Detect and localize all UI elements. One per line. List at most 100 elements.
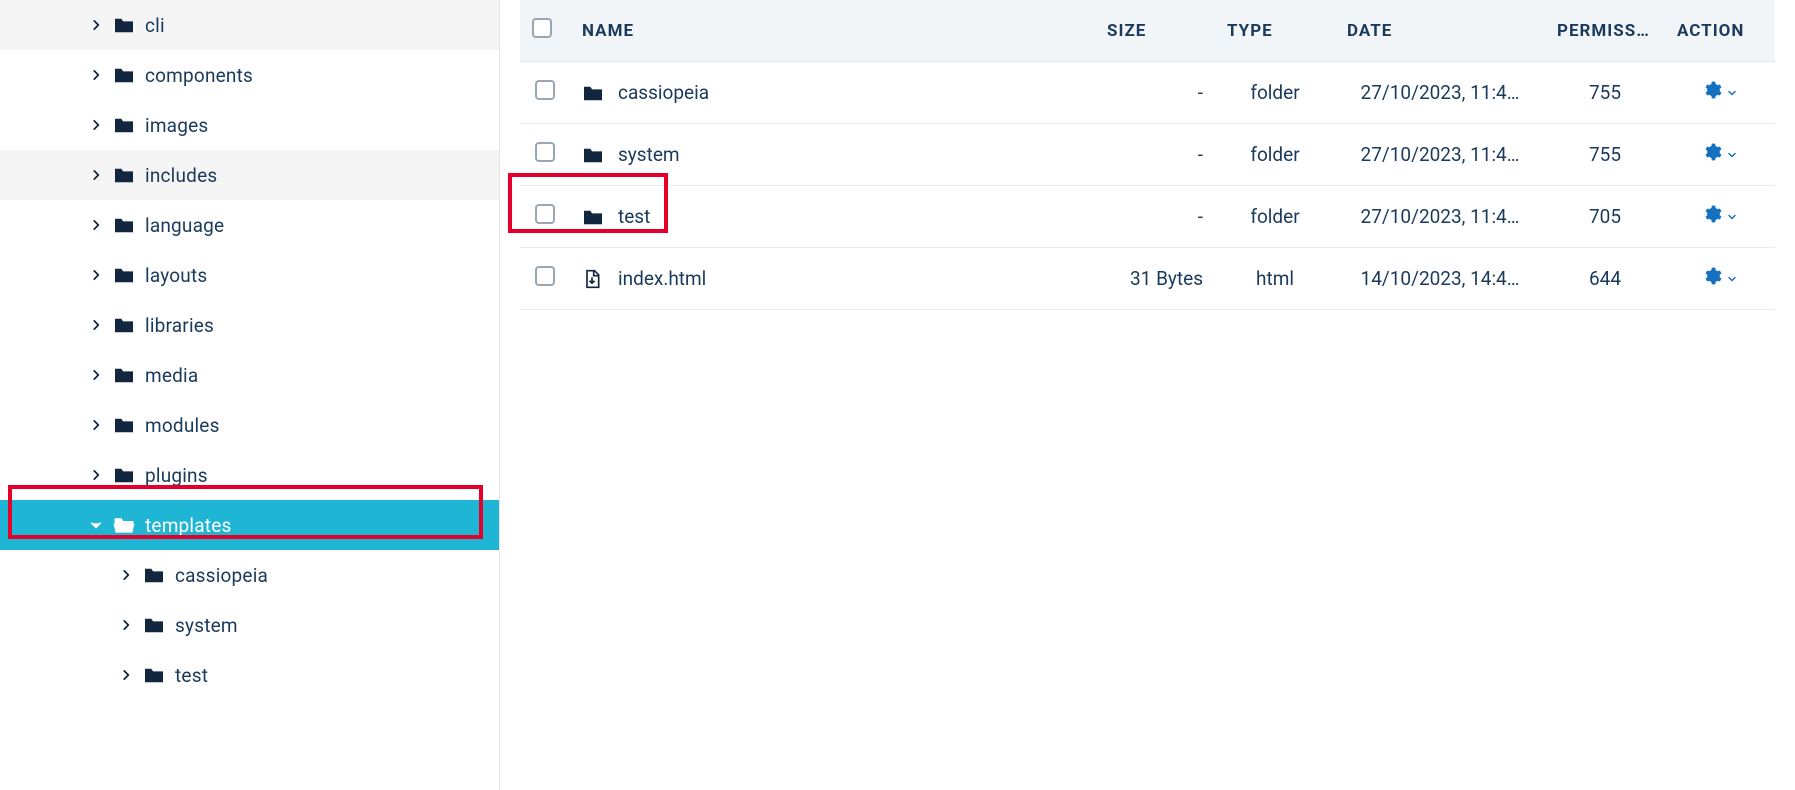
table-row[interactable]: index.html31 Byteshtml14/10/2023, 14:4…6… (520, 248, 1775, 310)
tree-item-label: modules (145, 414, 220, 437)
tree-item-label: plugins (145, 464, 208, 487)
tree-item-libraries[interactable]: libraries (0, 300, 499, 350)
tree-item-label: media (145, 364, 198, 387)
row-checkbox[interactable] (535, 142, 555, 162)
permissions-cell: 705 (1545, 186, 1665, 248)
chevron-right-icon[interactable] (85, 18, 107, 32)
folder-icon (143, 616, 165, 634)
action-menu-button[interactable] (1702, 80, 1738, 105)
type-cell: folder (1215, 62, 1335, 124)
header-type[interactable]: TYPE (1215, 0, 1335, 62)
chevron-right-icon[interactable] (85, 68, 107, 82)
chevron-right-icon[interactable] (85, 468, 107, 482)
permissions-cell: 755 (1545, 124, 1665, 186)
folder-icon (143, 566, 165, 584)
chevron-right-icon[interactable] (85, 118, 107, 132)
action-cell (1665, 124, 1775, 186)
tree-item-media[interactable]: media (0, 350, 499, 400)
tree-item-label: cli (145, 14, 165, 37)
folder-icon (582, 206, 604, 228)
chevron-down-icon[interactable] (85, 518, 107, 532)
row-checkbox-cell (520, 62, 570, 124)
tree-item-components[interactable]: components (0, 50, 499, 100)
tree-item-plugins[interactable]: plugins (0, 450, 499, 500)
date-cell: 27/10/2023, 11:4… (1335, 186, 1545, 248)
name-cell[interactable]: system (570, 124, 1095, 186)
folder-icon (113, 366, 135, 384)
tree-item-label: templates (145, 514, 231, 537)
folder-tree-sidebar[interactable]: cli components images includes languagelayou… (0, 0, 500, 790)
file-table-area: NAME SIZE TYPE DATE PERMISS… ACTION cass… (500, 0, 1795, 790)
header-checkbox-cell (520, 0, 570, 62)
header-size[interactable]: SIZE (1095, 0, 1215, 62)
tree-item-cli[interactable]: cli (0, 0, 499, 50)
name-cell[interactable]: index.html (570, 248, 1095, 310)
chevron-right-icon[interactable] (85, 368, 107, 382)
chevron-right-icon[interactable] (115, 668, 137, 682)
tree-item-test[interactable]: test (0, 650, 499, 700)
table-header-row: NAME SIZE TYPE DATE PERMISS… ACTION (520, 0, 1775, 62)
tree-item-images[interactable]: images (0, 100, 499, 150)
chevron-right-icon[interactable] (85, 418, 107, 432)
gear-icon (1702, 80, 1722, 105)
gear-icon (1702, 204, 1722, 229)
tree-item-label: libraries (145, 314, 214, 337)
chevron-down-icon (1726, 81, 1738, 104)
row-checkbox[interactable] (535, 80, 555, 100)
chevron-right-icon[interactable] (85, 168, 107, 182)
table-row[interactable]: system-folder27/10/2023, 11:4…755 (520, 124, 1775, 186)
folder-icon (143, 666, 165, 684)
folder-icon (113, 16, 135, 34)
date-cell: 14/10/2023, 14:4… (1335, 248, 1545, 310)
row-checkbox-cell (520, 248, 570, 310)
permissions-cell: 755 (1545, 62, 1665, 124)
tree-item-layouts[interactable]: layouts (0, 250, 499, 300)
row-checkbox-cell (520, 124, 570, 186)
chevron-right-icon[interactable] (115, 618, 137, 632)
header-date[interactable]: DATE (1335, 0, 1545, 62)
tree-item-includes[interactable]: includes (0, 150, 499, 200)
file-icon (582, 268, 604, 290)
tree-item-cassiopeia[interactable]: cassiopeia (0, 550, 499, 600)
size-cell: - (1095, 124, 1215, 186)
select-all-checkbox[interactable] (532, 18, 552, 38)
tree-item-language[interactable]: language (0, 200, 499, 250)
chevron-right-icon[interactable] (85, 218, 107, 232)
file-name: system (618, 143, 680, 166)
tree-item-templates[interactable]: templates (0, 500, 499, 550)
folder-icon (113, 516, 135, 534)
folder-icon (113, 266, 135, 284)
main-panel: NAME SIZE TYPE DATE PERMISS… ACTION cass… (500, 0, 1795, 790)
action-cell (1665, 248, 1775, 310)
tree-item-system[interactable]: system (0, 600, 499, 650)
folder-icon (113, 116, 135, 134)
tree-item-label: images (145, 114, 208, 137)
file-manager-app: cli components images includes languagelayou… (0, 0, 1795, 790)
tree-item-modules[interactable]: modules (0, 400, 499, 450)
chevron-right-icon[interactable] (115, 568, 137, 582)
action-cell (1665, 186, 1775, 248)
action-menu-button[interactable] (1702, 204, 1738, 229)
type-cell: folder (1215, 124, 1335, 186)
folder-icon (582, 82, 604, 104)
header-permissions[interactable]: PERMISS… (1545, 0, 1665, 62)
name-cell[interactable]: test (570, 186, 1095, 248)
chevron-down-icon (1726, 143, 1738, 166)
table-row[interactable]: cassiopeia-folder27/10/2023, 11:4…755 (520, 62, 1775, 124)
tree-item-label: components (145, 64, 253, 87)
row-checkbox[interactable] (535, 204, 555, 224)
file-name: test (618, 205, 650, 228)
row-checkbox-cell (520, 186, 570, 248)
action-menu-button[interactable] (1702, 142, 1738, 167)
permissions-cell: 644 (1545, 248, 1665, 310)
tree-item-label: includes (145, 164, 217, 187)
row-checkbox[interactable] (535, 266, 555, 286)
chevron-right-icon[interactable] (85, 318, 107, 332)
table-row[interactable]: test-folder27/10/2023, 11:4…705 (520, 186, 1775, 248)
folder-icon (113, 166, 135, 184)
action-menu-button[interactable] (1702, 266, 1738, 291)
tree-item-label: cassiopeia (175, 564, 268, 587)
header-name[interactable]: NAME (570, 0, 1095, 62)
name-cell[interactable]: cassiopeia (570, 62, 1095, 124)
chevron-right-icon[interactable] (85, 268, 107, 282)
